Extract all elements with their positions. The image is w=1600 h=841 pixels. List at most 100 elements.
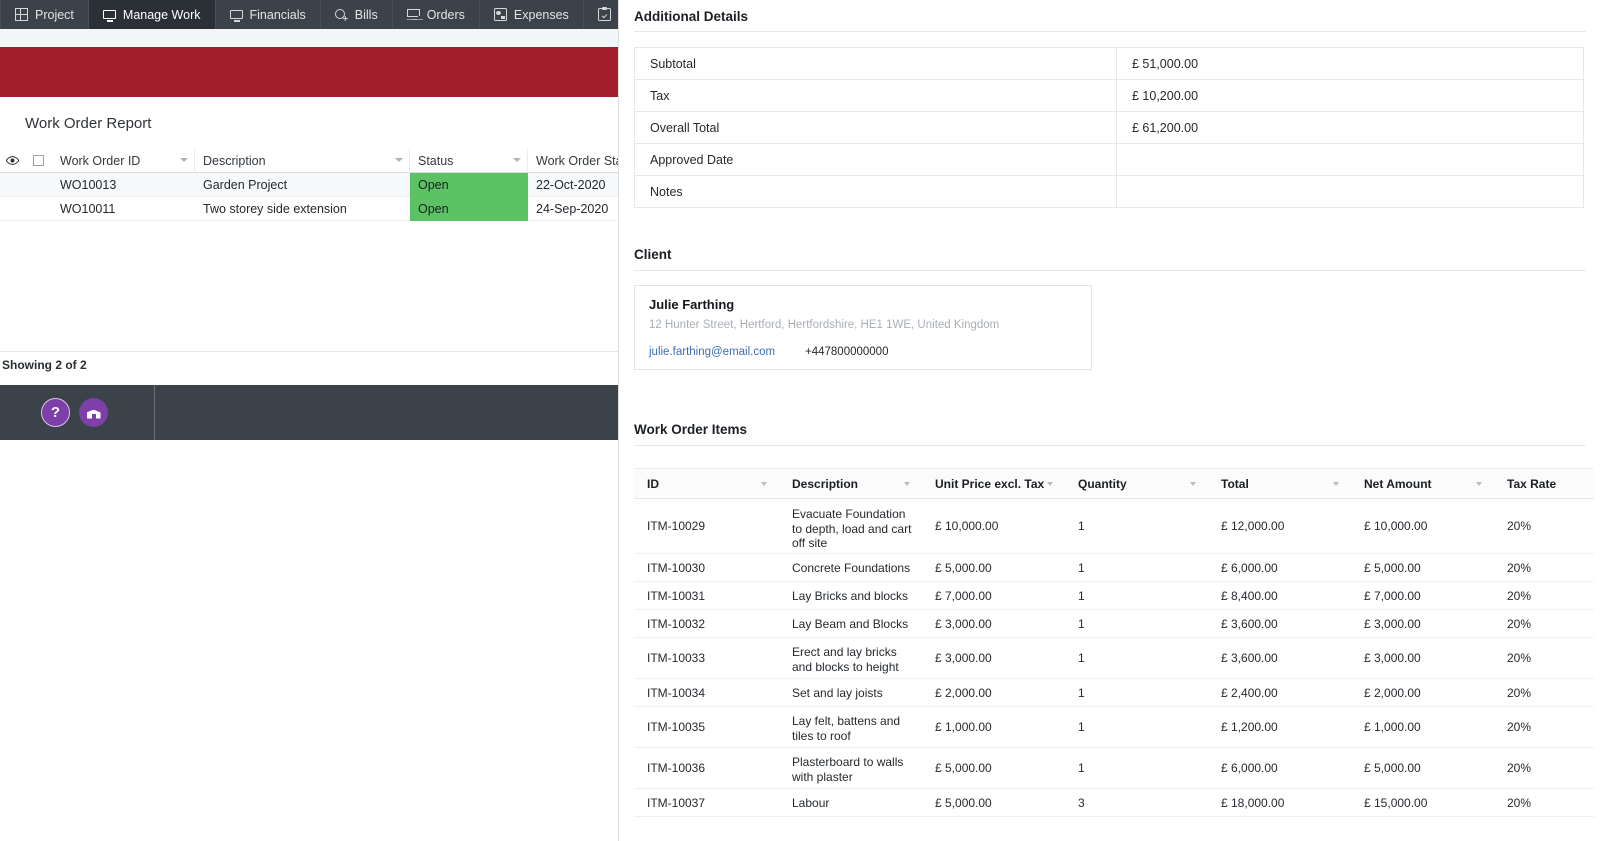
nav-item-label: Bills xyxy=(354,7,378,22)
column-header-unit-price[interactable]: Unit Price excl. Tax xyxy=(922,469,1065,498)
cell-quantity: 3 xyxy=(1078,795,1085,810)
column-header-quantity[interactable]: Quantity xyxy=(1065,469,1208,498)
home-button[interactable] xyxy=(79,398,108,427)
select-all-checkbox[interactable] xyxy=(25,149,52,173)
table-row[interactable]: WO10011 Two storey side extension Open 2… xyxy=(0,197,618,221)
nav-item-expenses[interactable]: Expenses xyxy=(480,0,584,29)
chevron-down-icon[interactable] xyxy=(1190,482,1196,486)
row-checkbox-cell[interactable] xyxy=(25,173,52,197)
chevron-down-icon[interactable] xyxy=(1476,482,1482,486)
column-header-id[interactable]: ID xyxy=(634,469,779,498)
nav-item-project[interactable]: Project xyxy=(0,0,89,29)
cell-item-description: Evacuate Foundation to depth, load and c… xyxy=(792,507,912,550)
cell-net-amount: £ 7,000.00 xyxy=(1364,588,1421,603)
column-label: Unit Price excl. Tax xyxy=(935,477,1045,491)
home-icon xyxy=(87,407,101,419)
chevron-down-icon[interactable] xyxy=(395,157,403,162)
section-divider xyxy=(634,270,1586,271)
item-row[interactable]: ITM-10030 Concrete Foundations £ 5,000.0… xyxy=(634,554,1594,582)
detail-label: Overall Total xyxy=(635,112,1117,143)
nav-item-label: Manage Work xyxy=(122,7,201,22)
chevron-down-icon[interactable] xyxy=(180,157,188,162)
chevron-down-icon[interactable] xyxy=(1333,482,1339,486)
cell-start-date: 24-Sep-2020 xyxy=(536,202,609,216)
bills-icon xyxy=(334,8,348,21)
item-row[interactable]: ITM-10037 Labour £ 5,000.00 3 £ 18,000.0… xyxy=(634,789,1594,817)
section-divider xyxy=(634,445,1586,446)
cell-item-description: Labour xyxy=(792,795,830,810)
cell-tax-rate: 20% xyxy=(1507,616,1532,631)
client-address: 12 Hunter Street, Hertford, Hertfordshir… xyxy=(649,319,1000,331)
column-label: Quantity xyxy=(1078,477,1127,491)
chevron-down-icon[interactable] xyxy=(761,482,767,486)
client-name: Julie Farthing xyxy=(649,297,735,312)
column-header-total[interactable]: Total xyxy=(1208,469,1351,498)
client-card[interactable]: Julie Farthing 12 Hunter Street, Hertfor… xyxy=(634,285,1092,370)
nav-item-orders[interactable]: Orders xyxy=(393,0,480,29)
cell-unit-price: £ 1,000.00 xyxy=(935,720,992,734)
status-badge: Open xyxy=(410,173,528,197)
cell-total: £ 12,000.00 xyxy=(1221,519,1285,533)
visibility-eye-icon[interactable] xyxy=(0,149,25,173)
nav-item-label: Orders xyxy=(426,7,465,22)
column-header-description[interactable]: Description xyxy=(779,469,922,498)
cell-net-amount: £ 5,000.00 xyxy=(1364,560,1421,575)
chevron-down-icon[interactable] xyxy=(1047,482,1053,486)
cell-total: £ 3,600.00 xyxy=(1221,651,1278,665)
detail-label: Subtotal xyxy=(635,48,1117,79)
column-label: Status xyxy=(418,153,454,168)
cell-item-description: Lay Beam and Blocks xyxy=(792,616,909,631)
cell-total: £ 3,600.00 xyxy=(1221,616,1278,631)
cell-tax-rate: 20% xyxy=(1507,560,1532,575)
column-header-tax-rate[interactable]: Tax Rate xyxy=(1494,469,1594,498)
item-row[interactable]: ITM-10036 Plasterboard to walls with pla… xyxy=(634,748,1594,789)
column-header-start-date[interactable]: Work Order Start D xyxy=(528,149,618,173)
nav-item-tasks[interactable]: Tasks xyxy=(584,0,618,29)
cell-tax-rate: 20% xyxy=(1507,720,1532,734)
column-header-work-order-id[interactable]: Work Order ID xyxy=(52,148,195,173)
cell-total: £ 18,000.00 xyxy=(1221,795,1285,810)
header-banner xyxy=(0,47,618,97)
chevron-down-icon[interactable] xyxy=(904,482,910,486)
cell-net-amount: £ 3,000.00 xyxy=(1364,651,1421,665)
detail-value xyxy=(1117,144,1583,175)
detail-value: £ 61,200.00 xyxy=(1132,121,1199,135)
monitor-icon xyxy=(102,10,116,22)
detail-label: Notes xyxy=(635,176,1117,207)
item-row[interactable]: ITM-10033 Erect and lay bricks and block… xyxy=(634,638,1594,679)
cell-item-description: Erect and lay bricks and blocks to heigh… xyxy=(792,645,899,674)
work-order-items-heading: Work Order Items xyxy=(634,422,748,437)
item-row[interactable]: ITM-10034 Set and lay joists £ 2,000.00 … xyxy=(634,679,1594,707)
page-title: Work Order Report xyxy=(25,115,152,132)
cell-unit-price: £ 7,000.00 xyxy=(935,588,992,603)
row-checkbox-cell[interactable] xyxy=(25,197,52,221)
column-header-net-amount[interactable]: Net Amount xyxy=(1351,469,1494,498)
help-button[interactable]: ? xyxy=(41,398,70,427)
column-label: Net Amount xyxy=(1364,477,1432,491)
cell-item-id: ITM-10037 xyxy=(647,795,706,810)
cell-net-amount: £ 1,000.00 xyxy=(1364,720,1421,734)
cell-tax-rate: 20% xyxy=(1507,761,1532,775)
client-email-link[interactable]: julie.farthing@email.com xyxy=(649,346,775,358)
item-row[interactable]: ITM-10031 Lay Bricks and blocks £ 7,000.… xyxy=(634,582,1594,610)
cell-unit-price: £ 10,000.00 xyxy=(935,519,999,533)
monitor-icon xyxy=(229,10,243,22)
item-row[interactable]: ITM-10032 Lay Beam and Blocks £ 3,000.00… xyxy=(634,610,1594,638)
detail-value: £ 51,000.00 xyxy=(1132,57,1199,71)
nav-item-manage-work[interactable]: Manage Work xyxy=(88,0,216,29)
nav-item-label: Expenses xyxy=(513,7,569,22)
cell-tax-rate: 20% xyxy=(1507,588,1532,603)
showing-count-label: Showing 2 of 2 xyxy=(2,358,87,372)
cell-item-id: ITM-10034 xyxy=(647,685,706,700)
nav-item-bills[interactable]: Bills xyxy=(321,0,393,29)
orders-icon xyxy=(407,8,421,21)
column-label: Total xyxy=(1221,477,1249,491)
column-header-description[interactable]: Description xyxy=(195,148,410,173)
nav-item-financials[interactable]: Financials xyxy=(216,0,321,29)
item-row[interactable]: ITM-10035 Lay felt, battens and tiles to… xyxy=(634,707,1594,748)
item-row[interactable]: ITM-10029 Evacuate Foundation to depth, … xyxy=(634,499,1594,554)
chevron-down-icon[interactable] xyxy=(513,157,521,162)
table-row[interactable]: WO10013 Garden Project Open 22-Oct-2020 xyxy=(0,173,618,197)
column-label: Tax Rate xyxy=(1507,477,1557,491)
column-header-status[interactable]: Status xyxy=(410,148,528,173)
